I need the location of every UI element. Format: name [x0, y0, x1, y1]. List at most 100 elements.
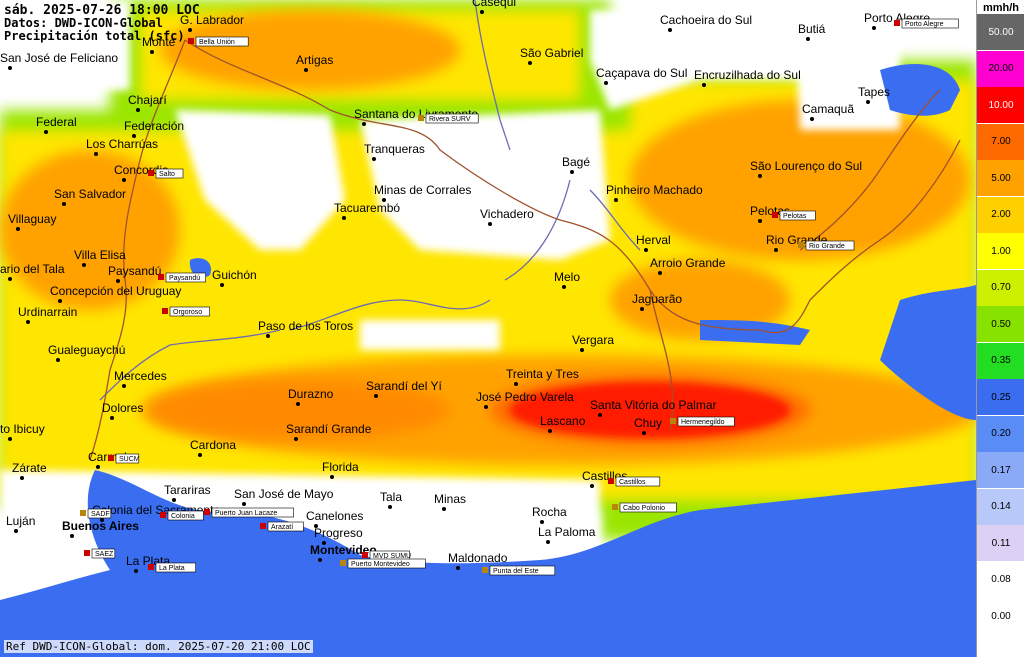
- place-marker: [562, 285, 566, 289]
- place-marker: [644, 248, 648, 252]
- place-label: Vergara: [572, 333, 614, 347]
- place-marker: [528, 61, 532, 65]
- station-label: Colonia: [171, 513, 195, 520]
- place-label: São Gabriel: [520, 46, 583, 60]
- station-label: La Plata: [159, 565, 185, 572]
- place-marker: [266, 334, 270, 338]
- place-marker: [580, 348, 584, 352]
- place-label: Melo: [554, 270, 580, 284]
- place-label: to Ibicuy: [0, 422, 45, 436]
- place-label: San Salvador: [54, 187, 126, 201]
- precipitation-map[interactable]: sáb. 2025-07-26 18:00 LOC Datos: DWD-ICO…: [0, 0, 976, 657]
- place-marker: [136, 108, 140, 112]
- place-label: Los Charrúas: [86, 137, 158, 151]
- station-marker[interactable]: Hermenegildo: [670, 416, 735, 427]
- place-marker: [758, 219, 762, 223]
- place-label: Tapes: [858, 85, 890, 99]
- station-label: Salto: [159, 171, 175, 178]
- place-marker: [388, 505, 392, 509]
- station-marker[interactable]: Cabo Polonio: [612, 502, 677, 513]
- place-label: Tranqueras: [364, 142, 425, 156]
- place-marker: [94, 152, 98, 156]
- place-marker: [122, 384, 126, 388]
- station-marker[interactable]: Rio Grande: [798, 240, 855, 251]
- station-label: Rio Grande: [809, 243, 845, 250]
- place-marker: [456, 566, 460, 570]
- place-label: Treinta y Tres: [506, 367, 579, 381]
- legend-swatch: 0.17: [977, 452, 1024, 488]
- place-marker: [110, 416, 114, 420]
- place-label: Butiá: [798, 22, 826, 36]
- place-marker: [590, 484, 594, 488]
- place-label: Artigas: [296, 53, 333, 67]
- station-label: Cabo Polonio: [623, 505, 665, 512]
- place-marker: [82, 263, 86, 267]
- place-marker: [546, 540, 550, 544]
- legend-swatch: 20.00: [977, 50, 1024, 87]
- legend-swatch: 0.20: [977, 415, 1024, 452]
- station-marker[interactable]: Bella Unión: [188, 36, 249, 47]
- place-marker: [8, 277, 12, 281]
- station-label: Puerto Montevideo: [351, 561, 410, 568]
- place-marker: [540, 520, 544, 524]
- place-label: Sarandí del Yí: [366, 379, 442, 393]
- place-label: Paso de los Toros: [258, 319, 353, 333]
- place-label: Tacuarembó: [334, 201, 400, 215]
- place-label: Minas de Corrales: [374, 183, 471, 197]
- precip-legend: mmh/h 50.00 20.00 10.00 7.00 5.00 2.00 1.00 0.7…: [976, 0, 1024, 657]
- place-marker: [374, 394, 378, 398]
- legend-swatch: 0.11: [977, 525, 1024, 561]
- place-marker: [8, 437, 12, 441]
- legend-swatch: 7.00: [977, 123, 1024, 160]
- place-marker: [70, 534, 74, 538]
- station-marker[interactable]: Puerto Montevideo: [340, 558, 426, 569]
- place-marker: [758, 174, 762, 178]
- place-marker: [8, 66, 12, 70]
- place-label: Federal: [36, 115, 77, 129]
- place-label: Tarariras: [164, 483, 211, 497]
- station-label: Castillos: [619, 479, 646, 486]
- place-label: Tala: [380, 490, 402, 504]
- station-marker[interactable]: Puerto Juan Lacaze: [204, 507, 294, 518]
- legend-swatch: 0.70: [977, 269, 1024, 306]
- place-marker: [122, 178, 126, 182]
- place-marker: [16, 227, 20, 231]
- place-label: Santa Vitória do Palmar: [590, 398, 717, 412]
- place-marker: [866, 100, 870, 104]
- place-label: Canelones: [306, 509, 363, 523]
- place-label: Bagé: [562, 155, 590, 169]
- place-marker: [598, 413, 602, 417]
- station-label: Arazatí: [271, 524, 293, 531]
- place-marker: [774, 248, 778, 252]
- place-label: Maldonado: [448, 551, 508, 565]
- legend-swatch: 10.00: [977, 87, 1024, 123]
- legend-swatch: 0.08: [977, 561, 1024, 598]
- place-marker: [442, 507, 446, 511]
- place-label: La Paloma: [538, 525, 596, 539]
- place-label: Paysandú: [108, 264, 161, 278]
- legend-swatch: 0.35: [977, 342, 1024, 379]
- place-label: Minas: [434, 492, 466, 506]
- station-label: Porto Alegre: [905, 21, 944, 28]
- station-marker[interactable]: Castillos: [608, 476, 661, 487]
- place-marker: [484, 405, 488, 409]
- place-marker: [514, 382, 518, 386]
- place-marker: [20, 476, 24, 480]
- place-label: Durazno: [288, 387, 334, 401]
- place-label: Caçapava do Sul: [596, 66, 687, 80]
- place-label: Buenos Aires: [62, 519, 139, 533]
- place-marker: [614, 198, 618, 202]
- station-marker[interactable]: Porto Alegre: [894, 18, 959, 29]
- place-marker: [44, 130, 48, 134]
- station-marker[interactable]: Rivera SURV: [418, 113, 479, 124]
- place-label: ario del Tala: [0, 262, 65, 276]
- station-marker[interactable]: Punta del Este: [482, 565, 556, 576]
- place-marker: [150, 50, 154, 54]
- station-label: SADF: [91, 511, 110, 518]
- place-label: Sarandí Grande: [286, 422, 372, 436]
- place-label: Federación: [124, 119, 184, 133]
- header-line-2: Datos: DWD-ICON-Global: [4, 16, 163, 30]
- station-label: Punta del Este: [493, 568, 539, 575]
- place-label: Dolores: [102, 401, 143, 415]
- place-label: Rocha: [532, 505, 567, 519]
